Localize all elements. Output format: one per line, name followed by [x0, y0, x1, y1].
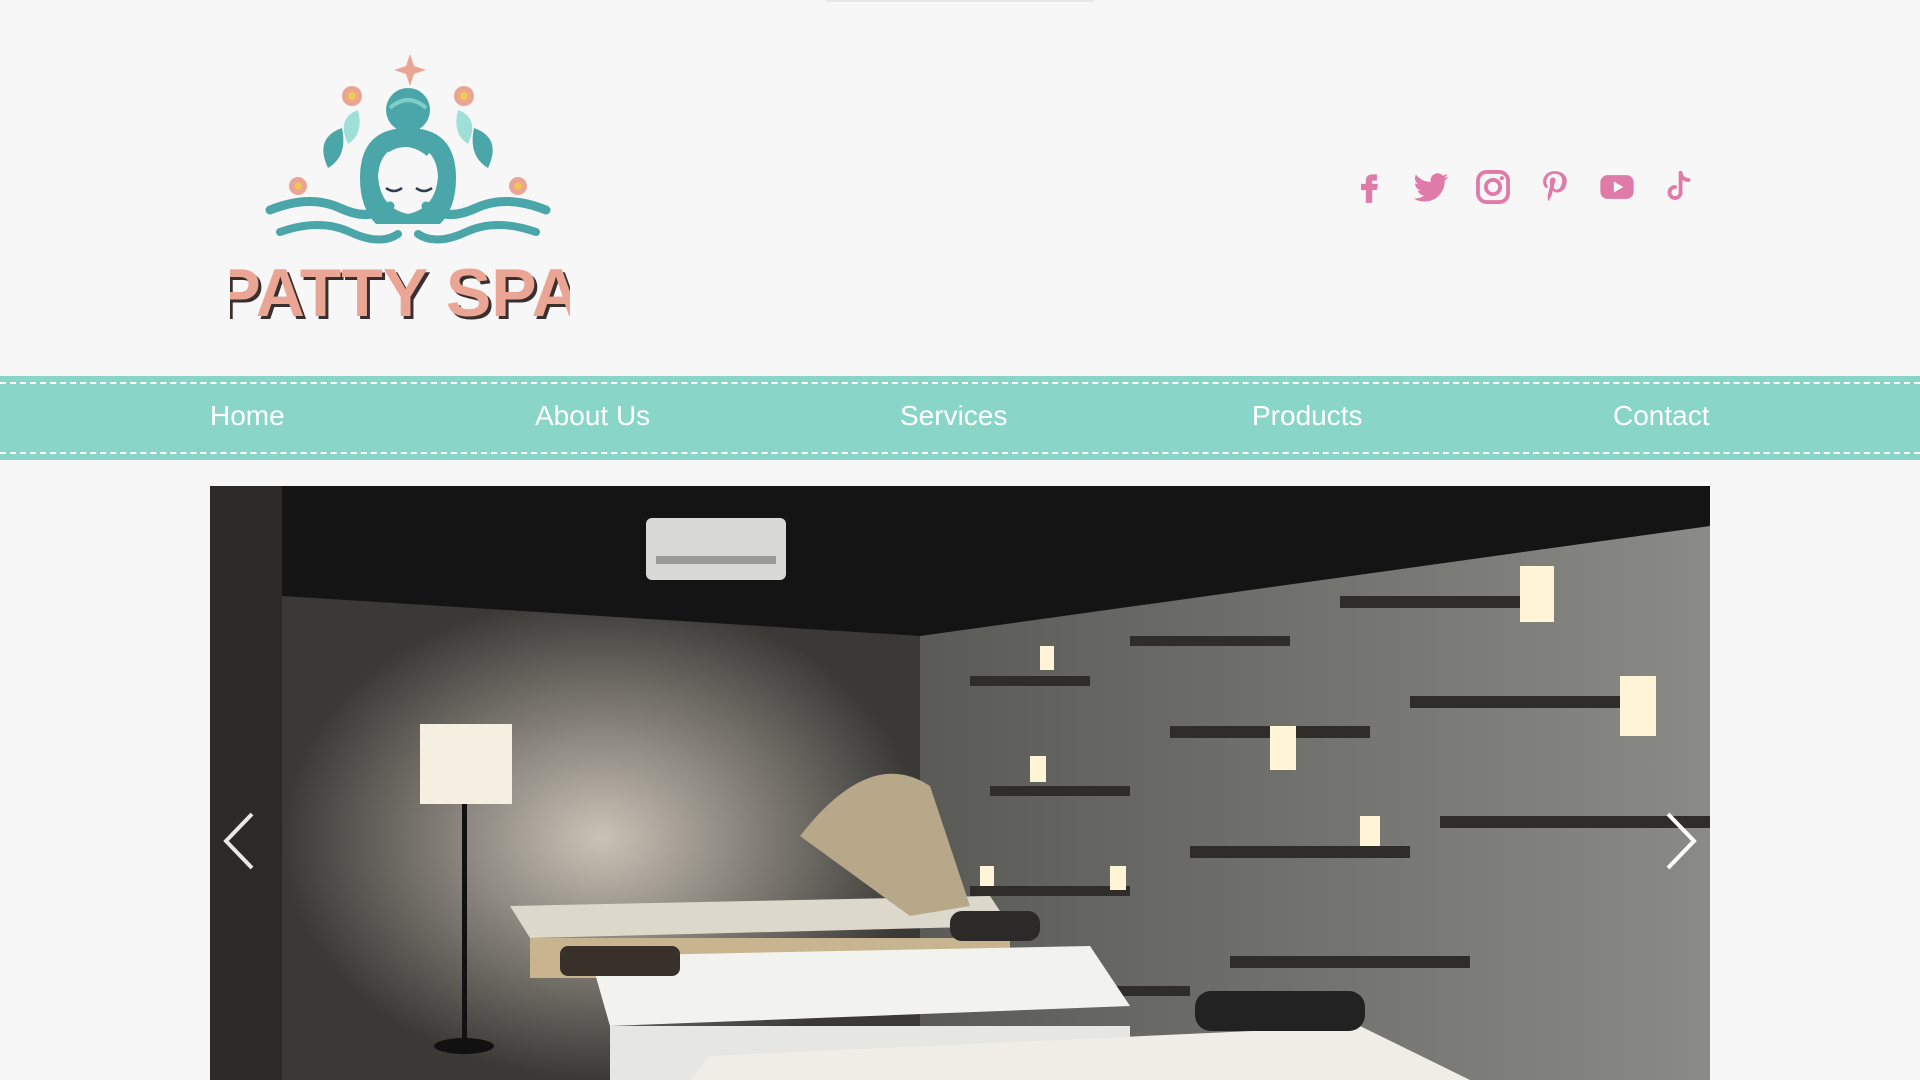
spa-room-image: [210, 486, 1710, 1080]
tiktok-icon[interactable]: [1660, 168, 1698, 206]
instagram-icon[interactable]: [1474, 168, 1512, 206]
nav-about-us[interactable]: About Us: [535, 400, 650, 432]
main-nav: Home About Us Services Products Contact: [0, 376, 1920, 460]
nav-products[interactable]: Products: [1252, 400, 1363, 432]
top-strip-tab: [822, 0, 1098, 2]
chevron-left-icon[interactable]: [214, 806, 264, 876]
nav-contact[interactable]: Contact: [1613, 400, 1710, 432]
chevron-right-icon[interactable]: [1656, 806, 1706, 876]
nav-services[interactable]: Services: [900, 400, 1007, 432]
social-links: [1350, 168, 1698, 206]
pinterest-icon[interactable]: [1536, 168, 1574, 206]
facebook-icon[interactable]: [1350, 168, 1388, 206]
hero-slideshow[interactable]: [210, 486, 1710, 1080]
svg-text:PATTY SPA: PATTY SPA: [230, 255, 570, 328]
patty-spa-logo[interactable]: PATTY SPA PATTY SPA: [215, 48, 584, 334]
nav-home[interactable]: Home: [210, 400, 285, 432]
twitter-icon[interactable]: [1412, 168, 1450, 206]
youtube-icon[interactable]: [1598, 168, 1636, 206]
